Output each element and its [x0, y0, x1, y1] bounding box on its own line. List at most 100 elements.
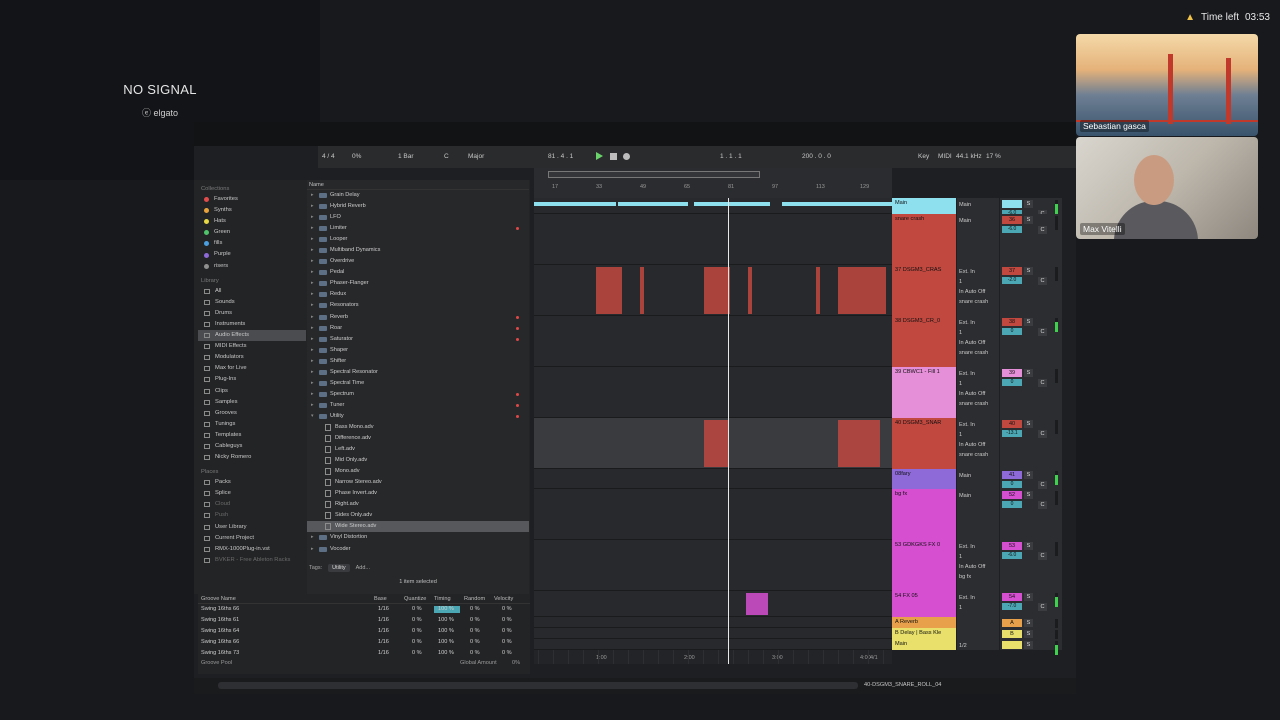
collection-item[interactable]: Synths — [198, 205, 306, 216]
pan-center-button[interactable]: C — [1038, 379, 1047, 387]
groove-quantize[interactable]: 0 % — [412, 648, 422, 659]
solo-button[interactable]: S — [1024, 542, 1033, 550]
pan-center-button[interactable]: C — [1038, 552, 1047, 560]
places-item[interactable]: Splice — [198, 488, 306, 499]
track-io[interactable]: 1/2 — [957, 639, 999, 650]
track-name[interactable]: 39 CBWC1 - Fill 1 — [892, 367, 956, 418]
track-io[interactable]: Ext. In 1 In Auto Off snare crash — [957, 265, 999, 316]
expand-arrow-icon[interactable]: ▸ — [311, 223, 314, 234]
browser-item[interactable]: ▾ Utility — [307, 411, 529, 422]
browser-item[interactable]: ▸ LFO — [307, 212, 529, 223]
track-lane[interactable] — [534, 639, 892, 650]
io-field[interactable]: snare crash — [959, 450, 997, 460]
library-item[interactable]: Instruments — [198, 319, 306, 330]
expand-arrow-icon[interactable]: ▸ — [311, 267, 314, 278]
io-field[interactable]: 1 — [959, 603, 997, 613]
groove-row[interactable]: Swing 16ths 73 1/16 0 % 100 % 0 % 0 % — [198, 648, 530, 659]
collection-item[interactable]: Green — [198, 227, 306, 238]
audio-clip[interactable] — [748, 267, 752, 314]
collection-item[interactable]: risers — [198, 261, 306, 272]
audio-clip[interactable] — [694, 202, 770, 206]
io-field[interactable]: Ext. In — [959, 318, 997, 328]
io-field[interactable]: Ext. In — [959, 420, 997, 430]
groove-random[interactable]: 0 % — [470, 615, 480, 626]
solo-button[interactable]: S — [1024, 471, 1033, 479]
track-lane[interactable] — [534, 316, 892, 367]
track-name[interactable]: B Delay | Bass Kle — [892, 628, 956, 639]
track-header[interactable]: 53 GDKGKS FX 0 Ext. In 1 In Auto Off bg fx 53… — [892, 540, 1064, 591]
track-lane[interactable] — [534, 489, 892, 540]
places-item[interactable]: Cloud — [198, 499, 306, 510]
groove-timing[interactable]: 100 % — [438, 615, 454, 626]
track-io[interactable]: Main — [957, 489, 999, 540]
groove-base[interactable]: 1/16 — [378, 648, 389, 659]
browser-item[interactable]: ▸ Looper — [307, 234, 529, 245]
io-field[interactable]: 1 — [959, 430, 997, 440]
audio-clip[interactable] — [816, 267, 820, 314]
browser-item[interactable]: Mid Only.adv — [307, 455, 529, 466]
io-field[interactable]: snare crash — [959, 399, 997, 409]
track-io[interactable]: Ext. In 1 In Auto Off bg fx — [957, 540, 999, 591]
track-header[interactable]: B Delay | Bass Kle B S — [892, 628, 1064, 644]
collection-item[interactable]: Hats — [198, 216, 306, 227]
io-field[interactable]: Main — [959, 216, 997, 226]
io-field[interactable]: snare crash — [959, 297, 997, 307]
browser-item[interactable]: Narrow Stereo.adv — [307, 477, 529, 488]
audio-clip[interactable] — [596, 267, 622, 314]
track-lane[interactable] — [534, 540, 892, 591]
tag-chip[interactable]: Utility — [328, 564, 350, 572]
track-io[interactable] — [957, 628, 999, 639]
track-io[interactable] — [957, 617, 999, 628]
record-button[interactable] — [623, 153, 630, 160]
groove-random[interactable]: 0 % — [470, 626, 480, 637]
places-item[interactable]: Current Project — [198, 533, 306, 544]
solo-button[interactable]: S — [1024, 641, 1033, 649]
add-tag-button[interactable]: Add... — [356, 565, 370, 571]
pan-center-button[interactable]: C — [1038, 603, 1047, 611]
groove-random[interactable]: 0 % — [470, 637, 480, 648]
track-header[interactable]: Main 1/2 S — [892, 639, 1064, 655]
browser-item[interactable]: ▸ Hybrid Reverb — [307, 201, 529, 212]
track-number[interactable]: 38 — [1002, 318, 1022, 326]
key-select[interactable]: C — [444, 153, 449, 160]
collection-item[interactable]: Favorites — [198, 194, 306, 205]
expand-arrow-icon[interactable]: ▸ — [311, 367, 314, 378]
browser-item[interactable]: ▸ Redux — [307, 289, 529, 300]
io-field[interactable]: Main — [959, 471, 997, 481]
volume-field[interactable]: 0 — [1002, 379, 1022, 386]
solo-button[interactable]: S — [1024, 420, 1033, 428]
track-header[interactable]: A Reverb A S — [892, 617, 1064, 633]
library-item[interactable]: Cableguys — [198, 441, 306, 452]
library-item[interactable]: Tunings — [198, 419, 306, 430]
expand-arrow-icon[interactable]: ▸ — [311, 544, 314, 555]
solo-button[interactable]: S — [1024, 200, 1033, 208]
groove-random[interactable]: 0 % — [470, 648, 480, 659]
track-number[interactable]: 36 — [1002, 216, 1022, 224]
expand-arrow-icon[interactable]: ▸ — [311, 389, 314, 400]
groove-random[interactable]: 0 % — [470, 604, 480, 615]
browser-item[interactable]: ▸ Pedal — [307, 267, 529, 278]
browser-item[interactable]: ▸ Spectrum — [307, 389, 529, 400]
groove-base[interactable]: 1/16 — [378, 626, 389, 637]
loop-length[interactable]: 200 . 0 . 0 — [802, 153, 831, 160]
track-header[interactable]: bg fx Main 52 S 0 C — [892, 489, 1064, 540]
browser-item[interactable]: ▸ Vocoder — [307, 544, 529, 555]
io-field[interactable]: Main — [959, 200, 997, 210]
track-name[interactable]: 40 DSGM3_SNAR — [892, 418, 956, 469]
io-field[interactable]: 1 — [959, 277, 997, 287]
browser-item[interactable]: ▸ Spectral Time — [307, 378, 529, 389]
audio-clip[interactable] — [534, 202, 616, 206]
browser-item[interactable]: ▸ Shifter — [307, 356, 529, 367]
play-button[interactable] — [596, 152, 603, 160]
pan-center-button[interactable]: C — [1038, 481, 1047, 489]
io-field[interactable]: In Auto Off — [959, 287, 997, 297]
loop-start[interactable]: 1 . 1 . 1 — [720, 153, 742, 160]
collection-item[interactable]: Purple — [198, 249, 306, 260]
io-field[interactable]: In Auto Off — [959, 389, 997, 399]
library-item[interactable]: Templates — [198, 430, 306, 441]
library-item[interactable]: Drums — [198, 308, 306, 319]
expand-arrow-icon[interactable]: ▸ — [311, 300, 314, 311]
solo-button[interactable]: S — [1024, 318, 1033, 326]
browser-item[interactable]: ▸ Shaper — [307, 345, 529, 356]
groove-timing[interactable]: 100 % — [438, 604, 454, 615]
